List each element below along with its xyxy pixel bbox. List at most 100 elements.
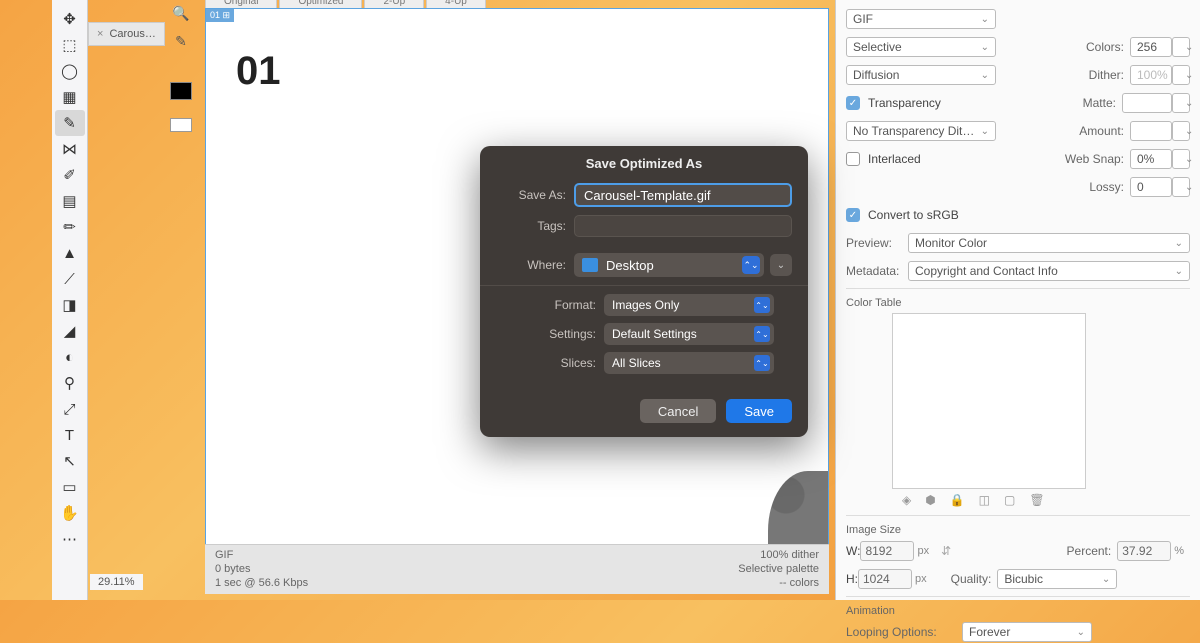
tool-stamp[interactable]: ▲ <box>55 240 85 266</box>
tool-patch[interactable]: ▤ <box>55 188 85 214</box>
amount-value[interactable] <box>1130 121 1172 141</box>
tool-eraser[interactable]: ◨ <box>55 292 85 318</box>
quality-select[interactable]: Bicubic⌄ <box>997 569 1117 589</box>
footer-dither: 100% dither <box>738 549 819 561</box>
websnap-value[interactable]: 0% <box>1130 149 1172 169</box>
format-select[interactable]: Images Only⌃⌄ <box>604 294 774 316</box>
interlaced-label: Interlaced <box>868 152 921 166</box>
height-input[interactable] <box>858 569 912 589</box>
lossy-value[interactable]: 0 <box>1130 177 1172 197</box>
tab-2up[interactable]: 2-Up <box>364 0 424 8</box>
save-dialog: Save Optimized As Save As: Tags: Where: … <box>480 146 808 437</box>
srgb-label: Convert to sRGB <box>868 208 959 222</box>
tool-eyedropper[interactable]: ✐ <box>55 162 85 188</box>
preset-select[interactable]: GIF⌄ <box>846 9 996 29</box>
tool-lasso[interactable]: ◯ <box>55 58 85 84</box>
dither-stepper[interactable]: ⌄ <box>1172 65 1190 85</box>
foreground-swatch[interactable] <box>170 82 192 100</box>
tool-hand[interactable]: ✋ <box>55 500 85 526</box>
dither-value[interactable]: 100% <box>1130 65 1172 85</box>
ct-icon-1[interactable]: ◈ <box>902 493 911 507</box>
canvas-content-number: 01 <box>236 49 281 94</box>
tab-optimized[interactable]: Optimized <box>279 0 362 8</box>
matte-label: Matte: <box>1083 96 1116 110</box>
tool-gradient[interactable]: ◢ <box>55 318 85 344</box>
tool-brush[interactable]: ✎ <box>55 110 85 136</box>
tool-more[interactable]: ⋯ <box>55 526 85 552</box>
preview-select[interactable]: Monitor Color⌄ <box>908 233 1190 253</box>
colors-select[interactable]: 256 <box>1130 37 1172 57</box>
tool-path[interactable]: ↖ <box>55 448 85 474</box>
width-input[interactable] <box>860 541 914 561</box>
transparency-label: Transparency <box>868 96 941 110</box>
px-unit-1: px <box>917 545 929 557</box>
filename-input[interactable] <box>574 183 792 207</box>
footer-size: 0 bytes <box>215 563 308 575</box>
slices-select[interactable]: All Slices⌃⌄ <box>604 352 774 374</box>
footer-time: 1 sec @ 56.6 Kbps <box>215 577 308 589</box>
dither-method-select[interactable]: Diffusion⌄ <box>846 65 996 85</box>
tool-slice[interactable]: ▦ <box>55 84 85 110</box>
preview-toggle[interactable] <box>170 118 192 132</box>
matte-select[interactable] <box>1122 93 1172 113</box>
document-tab[interactable]: × Carous… <box>88 22 165 46</box>
animation-header: Animation <box>846 605 1190 617</box>
color-table[interactable] <box>892 313 1086 489</box>
lossy-label: Lossy: <box>1089 180 1124 194</box>
colortable-header: Color Table <box>846 297 1190 309</box>
settings-select[interactable]: Default Settings⌃⌄ <box>604 323 774 345</box>
metadata-select[interactable]: Copyright and Contact Info⌄ <box>908 261 1190 281</box>
tool-history[interactable]: ⟋ <box>55 266 85 292</box>
tool-blur[interactable]: ◐ <box>55 344 85 370</box>
dither-label: Dither: <box>1089 68 1124 82</box>
srgb-checkbox[interactable]: ✓ <box>846 208 860 222</box>
zoom-percent[interactable]: 29.11% <box>90 574 143 590</box>
matte-stepper[interactable]: ⌄ <box>1172 93 1190 113</box>
interlaced-checkbox[interactable] <box>846 152 860 166</box>
close-icon[interactable]: × <box>97 28 103 40</box>
tool-type[interactable]: T <box>55 422 85 448</box>
loop-select[interactable]: Forever⌄ <box>962 622 1092 642</box>
picker-icon[interactable]: ✎ <box>169 30 193 52</box>
ct-icon-4[interactable]: ◫ <box>979 493 990 507</box>
footer-colors: -- colors <box>738 577 819 589</box>
link-icon[interactable]: ⇵ <box>941 544 951 558</box>
save-button[interactable]: Save <box>726 399 792 423</box>
tags-label: Tags: <box>496 219 566 233</box>
where-select[interactable]: Desktop ⌃⌄ <box>574 253 764 277</box>
cancel-button[interactable]: Cancel <box>640 399 716 423</box>
expand-button[interactable]: ⌄ <box>770 254 792 276</box>
tool-dodge[interactable]: ⚲ <box>55 370 85 396</box>
reduction-select[interactable]: Selective⌄ <box>846 37 996 57</box>
colortable-actions: ◈ ⬢ 🔒 ◫ ▢ 🗑 <box>902 493 1190 507</box>
tool-pencil[interactable]: ✏ <box>55 214 85 240</box>
tool-marquee[interactable]: ⬚ <box>55 32 85 58</box>
lossy-stepper[interactable]: ⌄ <box>1172 177 1190 197</box>
lock-icon[interactable]: 🔒 <box>950 493 965 507</box>
aux-tools: 🔍 ✎ <box>164 2 198 132</box>
tab-original[interactable]: Original <box>205 0 277 8</box>
colors-stepper[interactable]: ⌄ <box>1172 37 1190 57</box>
slices-label: Slices: <box>496 356 596 370</box>
canvas-footer: GIF 0 bytes 1 sec @ 56.6 Kbps 100% dithe… <box>205 544 829 594</box>
trash-icon[interactable]: 🗑 <box>1029 493 1044 507</box>
percent-label: Percent: <box>1067 544 1112 558</box>
metadata-label: Metadata: <box>846 264 902 278</box>
quality-label: Quality: <box>951 572 992 586</box>
tool-frame[interactable]: ⋈ <box>55 136 85 162</box>
zoom-icon[interactable]: 🔍 <box>169 2 193 24</box>
tool-move[interactable]: ✥ <box>55 6 85 32</box>
chevron-down-icon: ⌃⌄ <box>742 256 760 274</box>
percent-input[interactable] <box>1117 541 1171 561</box>
amount-stepper[interactable]: ⌄ <box>1172 121 1190 141</box>
trans-dither-select[interactable]: No Transparency Dit…⌄ <box>846 121 996 141</box>
tool-pen[interactable]: ⤢ <box>55 396 85 422</box>
ct-icon-2[interactable]: ⬢ <box>925 493 935 507</box>
tags-input[interactable] <box>574 215 792 237</box>
colors-label: Colors: <box>1086 40 1124 54</box>
tab-4up[interactable]: 4-Up <box>426 0 486 8</box>
websnap-stepper[interactable]: ⌄ <box>1172 149 1190 169</box>
transparency-checkbox[interactable]: ✓ <box>846 96 860 110</box>
tool-shape[interactable]: ▭ <box>55 474 85 500</box>
new-icon[interactable]: ▢ <box>1004 493 1015 507</box>
